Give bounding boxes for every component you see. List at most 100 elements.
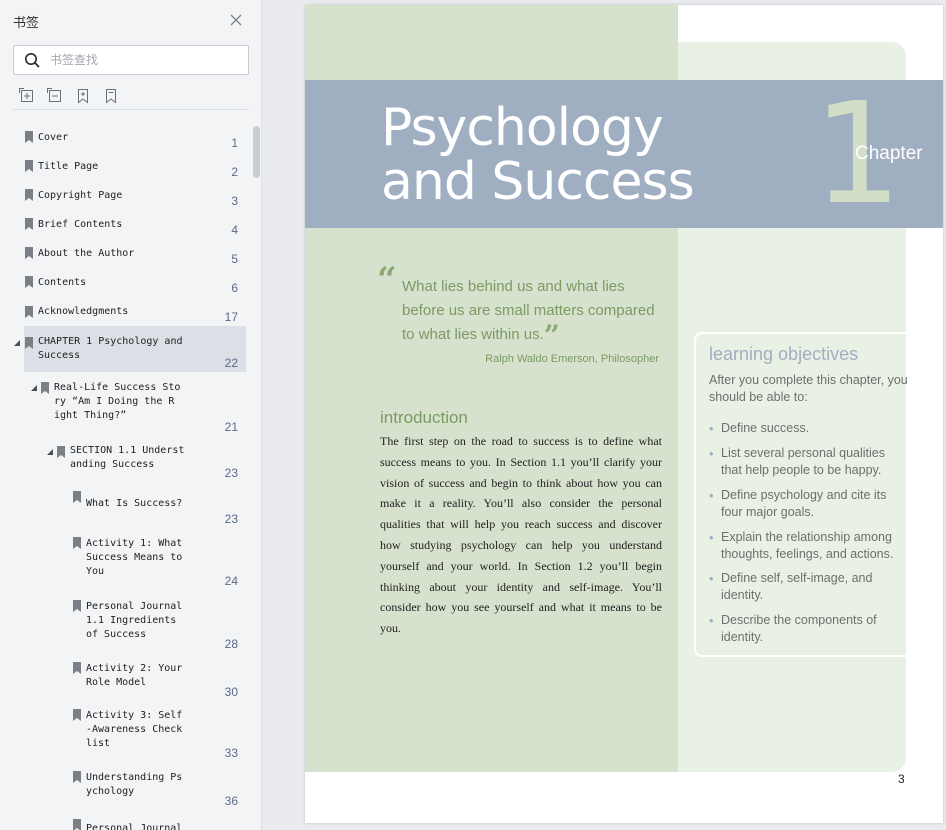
bookmark-label: Understanding Ps ychology (86, 772, 183, 797)
bookmark-item[interactable]: About the Author 5 (24, 242, 246, 271)
collapse-arrow-icon[interactable] (30, 384, 38, 392)
bookmark-page: 5 (231, 252, 238, 266)
bookmark-page: 33 (224, 746, 238, 760)
bookmark-page: 23 (224, 466, 238, 480)
bookmark-label: Personal Journal 1.1 Ingredients of Succ… (86, 601, 183, 640)
collapse-arrow-icon[interactable] (13, 339, 21, 347)
objective-text: List several personal qualities that hel… (721, 446, 885, 477)
bookmark-item-chapter-1[interactable]: CHAPTER 1 Psychology and Success 22 (14, 326, 246, 372)
bookmark-item[interactable]: What Is Success? 23 (24, 488, 246, 528)
bookmark-item[interactable]: Real-Life Success Sto ry “Am I Doing the… (24, 376, 246, 438)
open-quote-mark: “ (377, 260, 397, 300)
bookmark-item[interactable]: Activity 3: Self -Awareness Check list 3… (24, 706, 246, 762)
bookmark-page: 22 (224, 356, 238, 370)
add-bookmark-icon[interactable] (75, 88, 91, 104)
bookmark-item[interactable]: Acknowledgments 17 (24, 300, 246, 329)
bullet-icon: • (709, 446, 714, 461)
bookmark-label: Brief Contents (38, 219, 123, 230)
close-quote-mark: ” (543, 319, 560, 352)
bookmark-ribbon-icon (25, 276, 33, 288)
objective-item: • Describe the components of identity. (709, 612, 909, 646)
bookmark-page: 28 (224, 637, 238, 651)
bookmark-label: Activity 2: Your Role Model (86, 663, 183, 688)
bookmark-ribbon-icon (25, 247, 33, 259)
bookmark-page: 6 (231, 281, 238, 295)
bookmark-ribbon-icon (73, 662, 81, 674)
bookmark-search-box[interactable] (13, 45, 249, 75)
bookmark-ribbon-icon (73, 537, 81, 549)
learning-objectives-intro: After you complete this chapter, you sho… (709, 373, 908, 404)
bookmark-label: Activity 3: Self -Awareness Check list (86, 710, 183, 749)
bookmark-label: Title Page (38, 161, 99, 172)
objective-text: Define self, self-image, and identity. (721, 571, 873, 602)
bookmark-page: 2 (231, 165, 238, 179)
bookmark-page: 1 (231, 136, 238, 150)
objective-text: Explain the relationship among thoughts,… (721, 530, 894, 561)
bookmark-page: 3 (231, 194, 238, 208)
bookmark-item[interactable]: Contents 6 (24, 271, 246, 300)
bookmark-search-input[interactable] (50, 51, 240, 69)
sidebar-header: 书签 (0, 0, 262, 40)
bookmark-page: 21 (224, 420, 238, 434)
introduction-body: The first step on the road to success is… (380, 434, 662, 636)
bookmark-item[interactable]: SECTION 1.1 Underst anding Success 23 (24, 440, 246, 484)
bookmark-label: CHAPTER 1 Psychology and Success (38, 336, 183, 361)
chapter-title: Psychology and Success (381, 101, 695, 212)
bullet-icon: • (709, 488, 714, 503)
bookmark-ribbon-icon (73, 771, 81, 783)
bookmark-ribbon-icon (25, 337, 33, 349)
bookmark-item[interactable]: Personal Journal (24, 816, 246, 830)
bookmark-ribbon-icon (57, 446, 65, 458)
introduction-heading: introduction (380, 408, 468, 427)
bookmark-label: Cover (38, 132, 69, 143)
bookmark-ribbon-icon (73, 491, 81, 503)
page-number: 3 (898, 772, 905, 786)
sidebar-title: 书签 (13, 16, 40, 31)
bookmark-list: Cover 1 Title Page 2 Copyright Page 3 Br… (0, 120, 250, 830)
epigraph-quote-text: What lies behind us and what lies before… (402, 278, 655, 343)
bookmark-label: About the Author (38, 248, 135, 259)
bookmark-page: 17 (224, 310, 238, 324)
bookmark-label: Copyright Page (38, 190, 123, 201)
expand-all-icon[interactable] (19, 88, 35, 104)
collapse-arrow-icon[interactable] (46, 448, 54, 456)
bookmark-page: 30 (224, 685, 238, 699)
objective-text: Define psychology and cite its four majo… (721, 488, 887, 519)
bookmark-toolbar (13, 86, 249, 110)
bookmark-item[interactable]: Cover 1 (24, 126, 246, 155)
bookmark-label: What Is Success? (86, 498, 183, 509)
bookmark-ribbon-icon (25, 218, 33, 230)
bookmark-label: SECTION 1.1 Underst anding Success (70, 445, 185, 470)
bookmark-item[interactable]: Understanding Ps ychology 36 (24, 768, 246, 810)
objective-item: • List several personal qualities that he… (709, 445, 909, 479)
close-icon[interactable] (229, 13, 243, 27)
sidebar-scrollbar-thumb[interactable] (253, 126, 260, 178)
bookmark-page: 23 (224, 512, 238, 526)
epigraph-author: Ralph Waldo Emerson, Philosopher (485, 353, 659, 365)
document-page: Psychology and Success 1 Chapter “ What … (305, 5, 943, 823)
bookmark-item[interactable]: Title Page 2 (24, 155, 246, 184)
bookmark-icon[interactable] (103, 88, 119, 104)
objective-item: • Define psychology and cite its four maj… (709, 487, 909, 521)
bookmark-item[interactable]: Personal Journal 1.1 Ingredients of Succ… (24, 597, 246, 653)
bookmark-item[interactable]: Copyright Page 3 (24, 184, 246, 213)
learning-objectives-heading: learning objectives (709, 344, 859, 364)
bookmark-ribbon-icon (25, 160, 33, 172)
objective-item: • Define success. (709, 420, 909, 437)
bullet-icon: • (709, 421, 714, 436)
bookmark-label: Contents (38, 277, 87, 288)
objective-text: Define success. (721, 421, 810, 435)
bookmark-ribbon-icon (73, 709, 81, 721)
bullet-icon: • (709, 613, 714, 628)
bookmark-item[interactable]: Activity 1: What Success Means to You 24 (24, 534, 246, 590)
objective-item: • Explain the relationship among thoughts… (709, 529, 909, 563)
chapter-title-line: and Success (381, 152, 695, 212)
bookmark-item[interactable]: Activity 2: Your Role Model 30 (24, 659, 246, 701)
bullet-icon: • (709, 571, 714, 586)
bookmark-sidebar: 书签 书签查找 Cover 1 Title Page 2 Copyright P… (0, 0, 262, 830)
bullet-icon: • (709, 530, 714, 545)
epigraph-quote: What lies behind us and what lies before… (402, 275, 670, 350)
bookmark-item[interactable]: Brief Contents 4 (24, 213, 246, 242)
collapse-all-icon[interactable] (47, 88, 63, 104)
bookmark-label: Real-Life Success Sto ry “Am I Doing the… (54, 382, 181, 421)
